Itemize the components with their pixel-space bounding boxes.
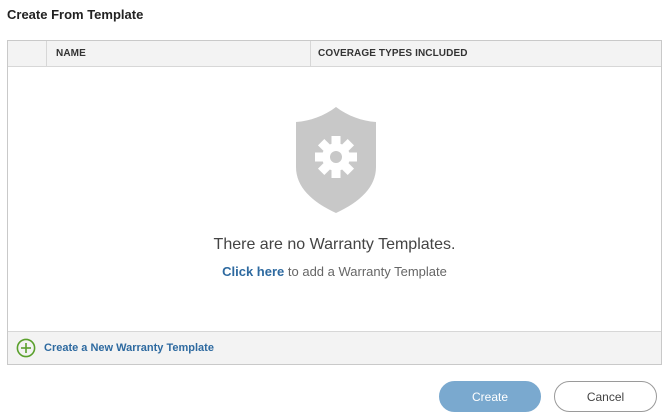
empty-hint: Click here to add a Warranty Template xyxy=(8,264,661,279)
click-here-link[interactable]: Click here xyxy=(222,264,284,279)
create-new-template-label: Create a New Warranty Template xyxy=(44,342,214,354)
template-table: NAME COVERAGE TYPES INCLUDED There are n… xyxy=(7,40,662,365)
select-column-header[interactable] xyxy=(8,41,47,66)
empty-hint-text: to add a Warranty Template xyxy=(284,264,447,279)
empty-state: There are no Warranty Templates. Click h… xyxy=(8,67,661,333)
column-header-coverage[interactable]: COVERAGE TYPES INCLUDED xyxy=(318,41,468,66)
column-divider[interactable] xyxy=(310,41,311,66)
column-header-name[interactable]: NAME xyxy=(56,41,86,66)
create-new-template-link[interactable]: Create a New Warranty Template xyxy=(16,338,214,358)
table-footer: Create a New Warranty Template xyxy=(8,331,661,364)
create-button[interactable]: Create xyxy=(439,381,541,412)
dialog-title: Create From Template xyxy=(7,7,144,22)
shield-gear-icon xyxy=(296,107,376,213)
empty-message: There are no Warranty Templates. xyxy=(213,236,456,253)
table-header: NAME COVERAGE TYPES INCLUDED xyxy=(8,41,661,67)
cancel-button[interactable]: Cancel xyxy=(554,381,657,412)
plus-circle-icon xyxy=(16,338,36,358)
